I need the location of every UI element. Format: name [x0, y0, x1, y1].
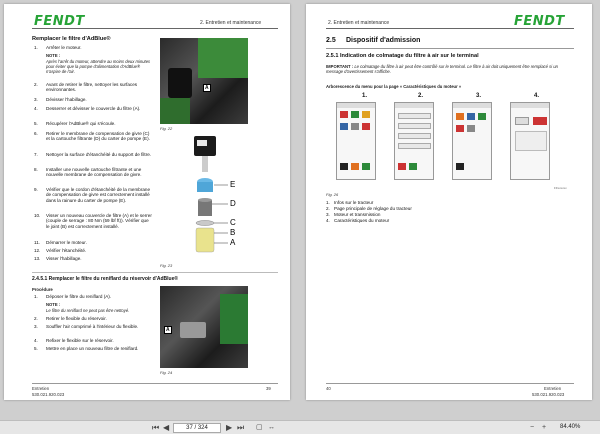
right-page: 2. Entretien et maintenance FENDT 2.5 Di…	[306, 4, 592, 400]
shot-number-1: 1.	[362, 93, 368, 99]
first-page-icon[interactable]: ⏮	[152, 423, 159, 433]
footer-code: 530.021.920.023	[532, 392, 565, 397]
filter-label-c: C	[230, 218, 236, 227]
page-header: 2. Entretien et maintenance	[200, 20, 262, 26]
page-number-input[interactable]: 37 / 324	[173, 423, 221, 433]
footer-code: 530.021.920.023	[32, 392, 65, 397]
section-title: Remplacer le filtre d'AdBlue®	[32, 36, 111, 42]
filter-exploded-diagram: E D C B A	[194, 136, 236, 253]
viewer-toolbar: ⏮ ◀ 37 / 324 ▶ ⏭ ▢ ↔ − + 84.40%	[0, 420, 600, 434]
footer-title: Entretien	[544, 386, 562, 391]
photo2-callout-a: A	[164, 326, 172, 334]
figure-code: FFxxxxxx	[554, 186, 567, 190]
engine-photo: A	[160, 38, 248, 124]
zoom-level[interactable]: 84.40%	[560, 424, 580, 430]
zoom-out-icon[interactable]: −	[530, 423, 534, 433]
note2-text: Le filtre du reniflard ne peut pas être …	[46, 308, 130, 313]
fit-width-icon[interactable]: ↔	[268, 423, 275, 433]
next-page-icon[interactable]: ▶	[226, 423, 232, 433]
last-page-icon[interactable]: ⏭	[237, 423, 244, 433]
shot-number-3: 3.	[476, 93, 482, 99]
shot-number-2: 2.	[418, 93, 424, 99]
terminal-shot-2	[394, 102, 434, 180]
terminal-shot-3	[452, 102, 492, 180]
left-page: FENDT 2. Entretien et maintenance Rempla…	[4, 4, 290, 400]
page-header: 2. Entretien et maintenance	[328, 20, 390, 26]
section2-title: 2.4.5.1 Remplacer le filtre du reniflard…	[32, 276, 179, 282]
menu-tree-title: Arborescence du menu pour la page « Cara…	[326, 84, 462, 89]
page-number: 39	[266, 386, 271, 391]
section-title: Dispositif d'admission	[346, 37, 421, 44]
filter-label-a: A	[230, 238, 236, 247]
filter-label-d: D	[230, 199, 236, 208]
brand-logo: FENDT	[34, 14, 85, 29]
note-text: Après l'arrêt du moteur, attendre au moi…	[46, 59, 151, 74]
page-number: 40	[326, 386, 331, 391]
photo-callout-a: A	[203, 84, 211, 92]
footer-title: Entretien	[32, 386, 50, 391]
note-label: NOTE :	[46, 53, 61, 58]
subsection-title: 2.5.1 Indication de colmatage du filtre …	[326, 53, 479, 59]
filter-label-e: E	[230, 180, 235, 189]
note2-label: NOTE :	[46, 302, 61, 307]
fig-caption: Fig. 26	[326, 192, 339, 197]
filter-label-b: B	[230, 228, 235, 237]
brand-logo: FENDT	[514, 14, 565, 29]
fit-page-icon[interactable]: ▢	[256, 423, 263, 433]
terminal-shot-4	[510, 102, 550, 180]
breather-photo: A	[160, 286, 248, 368]
zoom-in-icon[interactable]: +	[542, 423, 546, 433]
shot-number-4: 4.	[534, 93, 540, 99]
section-number: 2.5	[326, 37, 336, 44]
fig-caption-23: Fig. 23	[160, 263, 173, 268]
procedure-label: Procédure	[32, 287, 53, 292]
fig-caption-24: Fig. 24	[160, 370, 173, 375]
prev-page-icon[interactable]: ◀	[163, 423, 169, 433]
important-note: IMPORTANT : Le colmatage du filtre à air…	[326, 64, 558, 75]
terminal-shot-1	[336, 102, 376, 180]
